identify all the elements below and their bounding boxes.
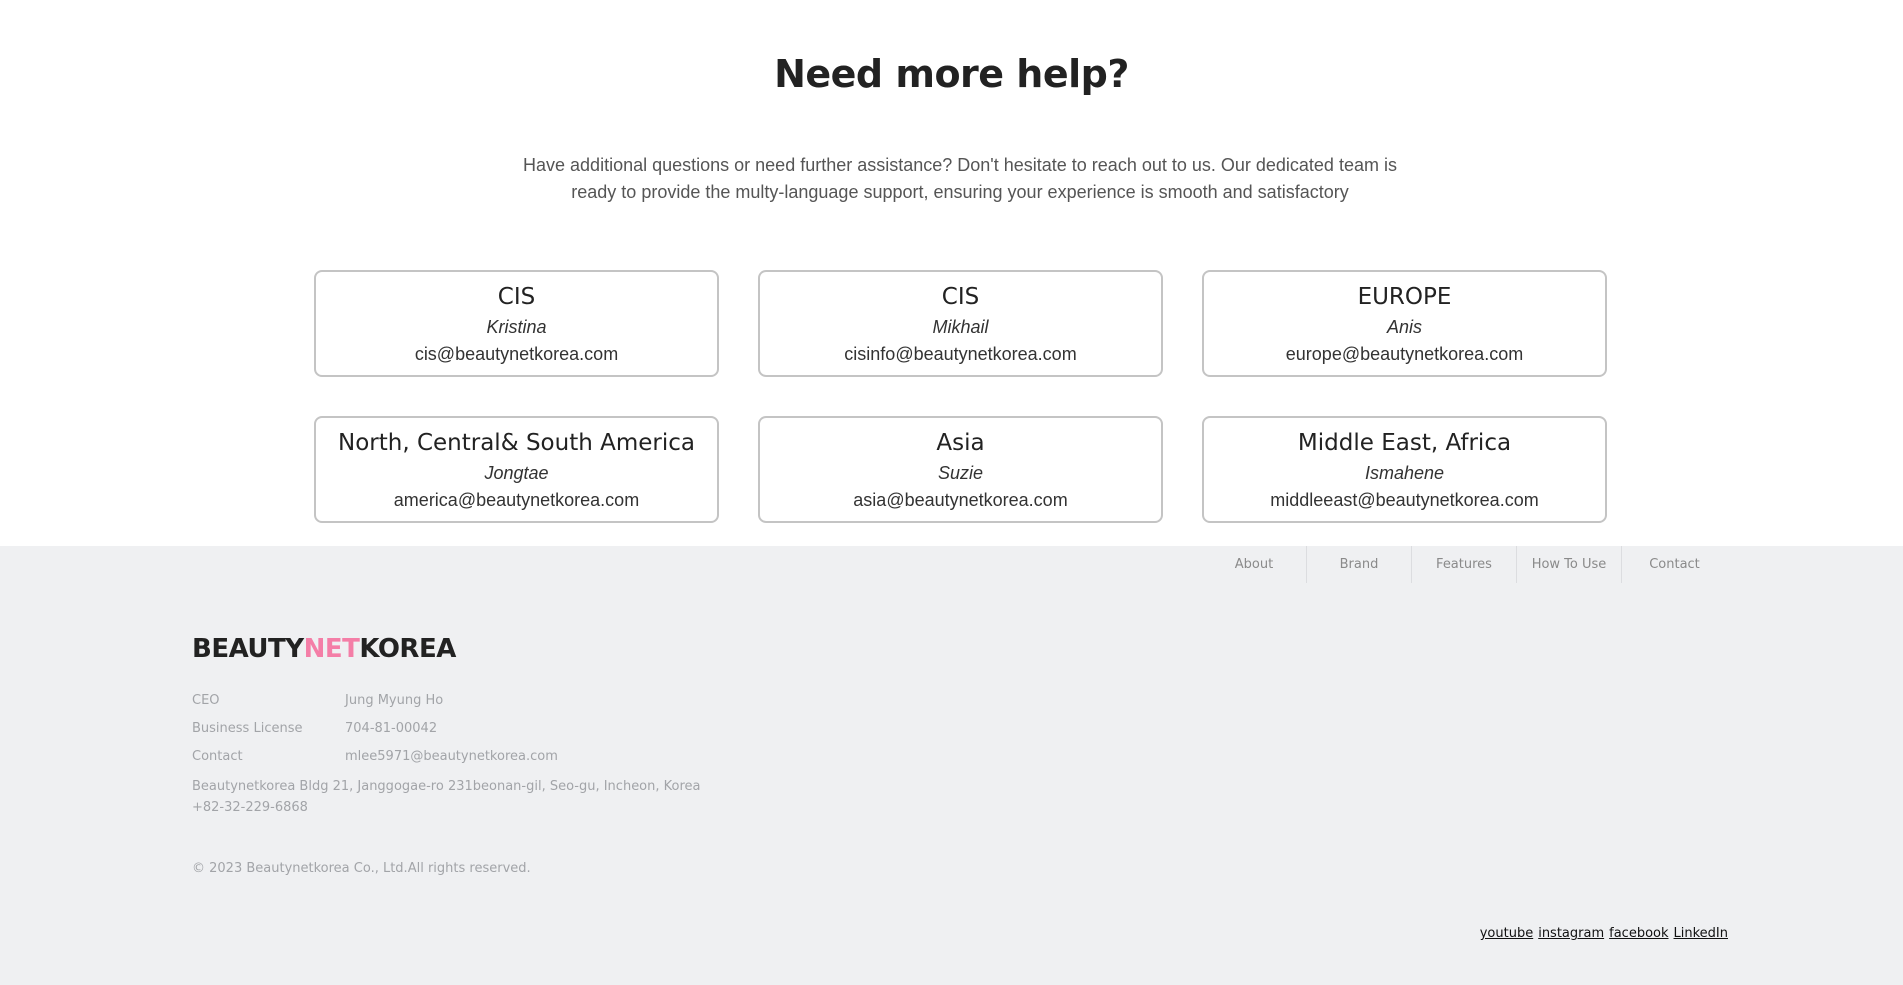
footer-nav-brand[interactable]: Brand [1307,546,1412,583]
contact-card-europe: EUROPE Anis europe@beautynetkorea.com [1202,270,1607,377]
card-contact-name: Kristina [486,317,547,337]
card-email[interactable]: america@beautynetkorea.com [316,490,717,511]
card-contact-name: Suzie [937,463,984,483]
linkedin-link[interactable]: LinkedIn [1674,926,1728,941]
card-region: CIS [497,284,536,310]
logo-part-korea: KOREA [359,634,456,664]
info-value: Jung Myung Ho [345,693,444,708]
company-address: Beautynetkorea Bldg 21, Janggogae-ro 231… [192,776,701,818]
contact-card-cis-kristina: CIS Kristina cis@beautynetkorea.com [314,270,719,377]
info-label: CEO [192,693,220,708]
footer-nav-features[interactable]: Features [1412,546,1517,583]
card-region: Asia [936,430,985,456]
social-links: youtube instagram facebook LinkedIn [1480,926,1728,941]
footer-nav: About Brand Features How To Use Contact [1202,546,1727,583]
help-section: Need more help? Have additional question… [0,0,1903,546]
card-contact-name: Mikhail [932,317,989,337]
footer-nav-how-to-use[interactable]: How To Use [1517,546,1622,583]
card-email[interactable]: cisinfo@beautynetkorea.com [760,344,1161,365]
card-contact-name: Anis [1386,317,1422,337]
youtube-link[interactable]: youtube [1480,926,1533,941]
footer-nav-about[interactable]: About [1202,546,1307,583]
help-title: Need more help? [774,52,1129,96]
brand-logo: BEAUTYNETKOREA [192,634,456,664]
contact-card-america: North, Central& South America Jongtae am… [314,416,719,523]
info-label: Contact [192,749,243,764]
info-label: Business License [192,721,303,736]
footer-nav-contact[interactable]: Contact [1622,546,1727,583]
card-contact-name: Ismahene [1364,463,1445,483]
info-value: mlee5971@beautynetkorea.com [345,749,558,764]
info-value: 704-81-00042 [345,721,438,736]
copyright: © 2023 Beautynetkorea Co., Ltd.All right… [192,861,531,876]
card-email[interactable]: asia@beautynetkorea.com [760,490,1161,511]
contact-card-cis-mikhail: CIS Mikhail cisinfo@beautynetkorea.com [758,270,1163,377]
phone-number: +82-32-229-6868 [192,800,308,815]
facebook-link[interactable]: facebook [1609,926,1668,941]
logo-part-beauty: BEAUTY [192,634,304,664]
card-region: North, Central& South America [338,430,695,456]
contact-card-middle-east-africa: Middle East, Africa Ismahene middleeast@… [1202,416,1607,523]
card-email[interactable]: europe@beautynetkorea.com [1204,344,1605,365]
card-region: CIS [941,284,980,310]
card-region: Middle East, Africa [1297,430,1512,456]
footer: About Brand Features How To Use Contact … [0,546,1903,985]
logo-part-net: NET [303,634,360,664]
card-email[interactable]: middleeast@beautynetkorea.com [1204,490,1605,511]
instagram-link[interactable]: instagram [1538,926,1604,941]
help-description: Have additional questions or need furthe… [523,155,1397,202]
address-line: Beautynetkorea Bldg 21, Janggogae-ro 231… [192,779,701,794]
card-contact-name: Jongtae [484,463,549,483]
card-region: EUROPE [1357,284,1452,310]
card-email[interactable]: cis@beautynetkorea.com [316,344,717,365]
contact-card-asia: Asia Suzie asia@beautynetkorea.com [758,416,1163,523]
